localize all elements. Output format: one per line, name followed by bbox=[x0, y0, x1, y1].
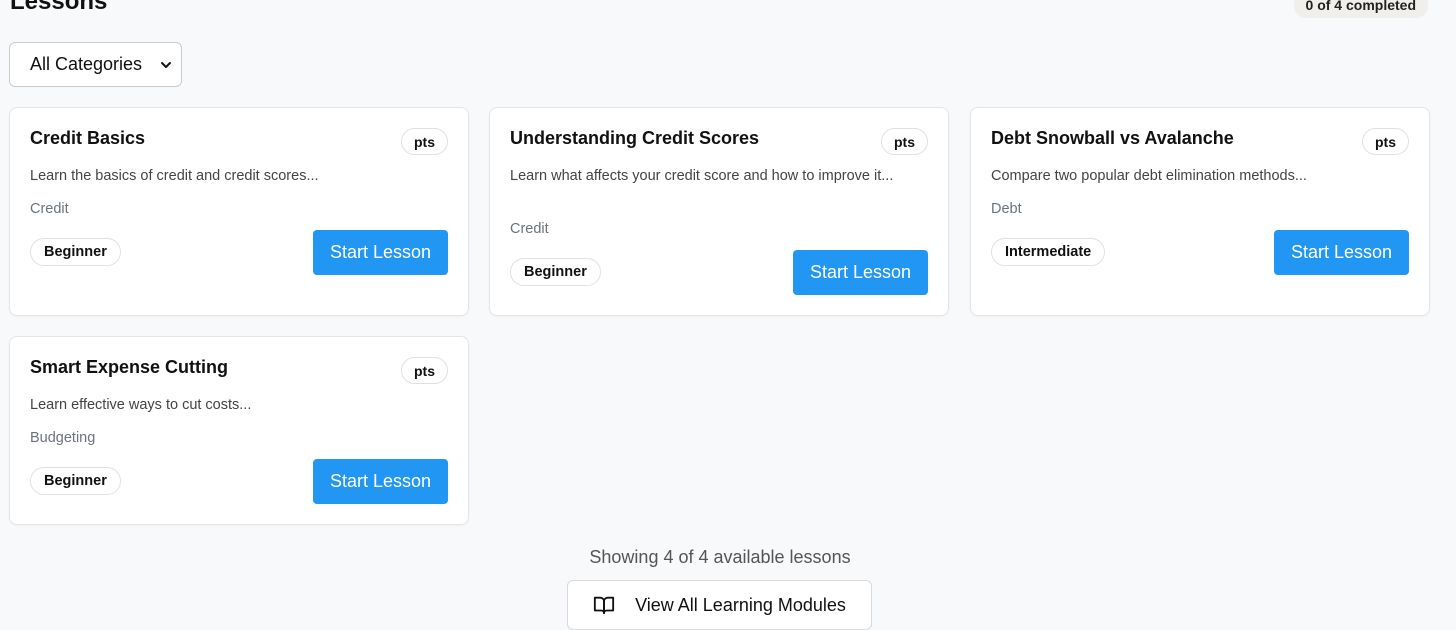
page-title: Lessons bbox=[10, 0, 108, 15]
start-lesson-button[interactable]: Start Lesson bbox=[793, 250, 928, 295]
level-badge: Beginner bbox=[510, 258, 601, 286]
lesson-card: Debt Snowball vs Avalanche pts Compare t… bbox=[970, 107, 1430, 316]
level-badge: Beginner bbox=[30, 467, 121, 495]
lessons-count-text: Showing 4 of 4 available lessons bbox=[589, 547, 851, 567]
progress-badge: 0 of 4 completed bbox=[1293, 0, 1428, 18]
lesson-description: Learn effective ways to cut costs... bbox=[30, 397, 252, 413]
lesson-description: Learn the basics of credit and credit sc… bbox=[30, 168, 319, 184]
lesson-title: Understanding Credit Scores bbox=[510, 128, 760, 148]
lesson-description: Learn what affects your credit score and… bbox=[510, 168, 894, 184]
lesson-card: Smart Expense Cutting pts Learn effectiv… bbox=[9, 336, 469, 525]
points-badge: pts bbox=[401, 128, 448, 155]
book-icon bbox=[594, 596, 615, 615]
lesson-card: Understanding Credit Scores pts Learn wh… bbox=[489, 107, 949, 316]
start-lesson-button[interactable]: Start Lesson bbox=[1274, 230, 1409, 275]
chevron-down-icon bbox=[161, 61, 171, 68]
lesson-card: Credit Basics pts Learn the basics of cr… bbox=[9, 107, 469, 316]
level-badge: Intermediate bbox=[991, 238, 1106, 266]
points-badge: pts bbox=[1362, 128, 1409, 155]
view-all-label: View All Learning Modules bbox=[635, 594, 846, 615]
points-badge: pts bbox=[881, 128, 928, 155]
lesson-category: Credit bbox=[510, 221, 549, 237]
lesson-category: Credit bbox=[30, 201, 69, 217]
lesson-description: Compare two popular debt elimination met… bbox=[991, 168, 1307, 184]
view-all-modules-button[interactable]: View All Learning Modules bbox=[567, 580, 872, 630]
lesson-category: Budgeting bbox=[30, 430, 96, 446]
points-badge: pts bbox=[401, 357, 448, 384]
category-filter-value: All Categories bbox=[30, 54, 143, 74]
start-lesson-button[interactable]: Start Lesson bbox=[313, 459, 448, 504]
category-filter-select[interactable]: All Categories bbox=[9, 42, 182, 87]
lesson-title: Smart Expense Cutting bbox=[30, 357, 229, 377]
lesson-category: Debt bbox=[991, 201, 1022, 217]
lesson-title: Credit Basics bbox=[30, 128, 146, 148]
lesson-title: Debt Snowball vs Avalanche bbox=[991, 128, 1234, 148]
start-lesson-button[interactable]: Start Lesson bbox=[313, 230, 448, 275]
level-badge: Beginner bbox=[30, 238, 121, 266]
lessons-page: Lessons 0 of 4 completed All Categories … bbox=[0, 0, 1456, 630]
